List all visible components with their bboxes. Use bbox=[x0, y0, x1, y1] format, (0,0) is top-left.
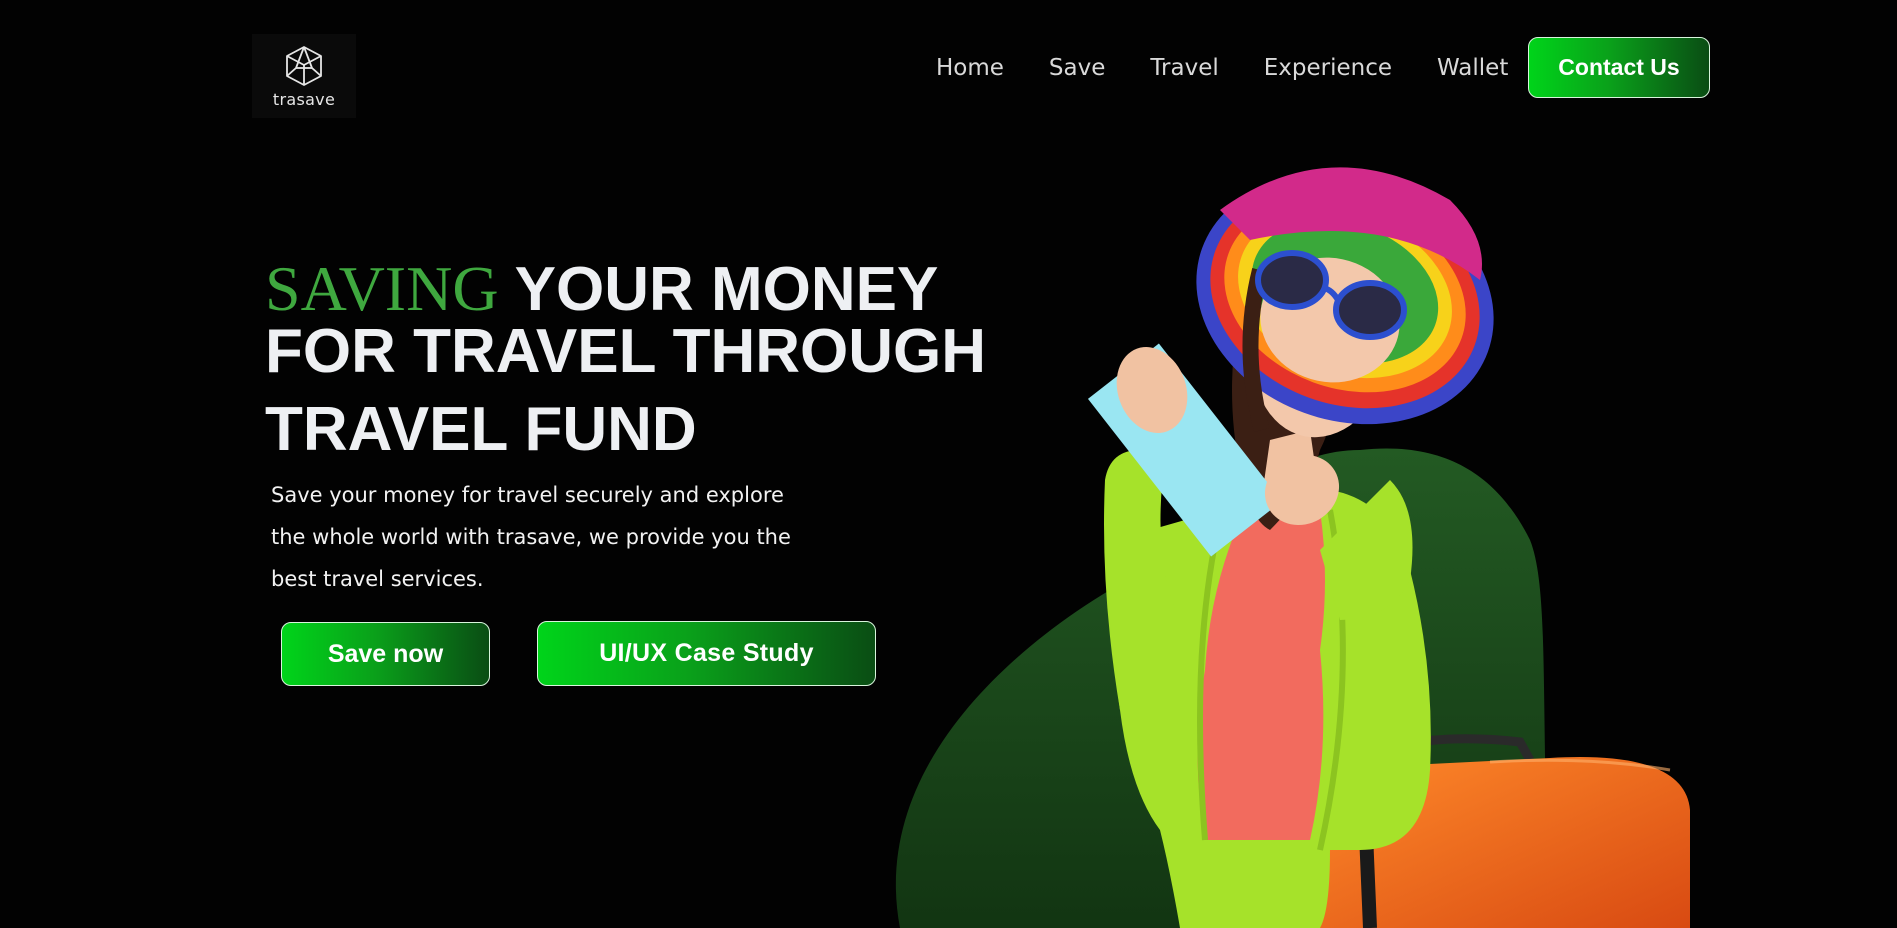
cube-icon bbox=[286, 45, 322, 86]
case-study-button[interactable]: UI/UX Case Study bbox=[537, 621, 876, 686]
nav-item-home[interactable]: Home bbox=[936, 55, 1004, 81]
description-line-2: the whole world with trasave, we provide… bbox=[271, 525, 791, 549]
main-nav: Home Save Travel Experience Wallet bbox=[936, 52, 1508, 84]
headline-line-3: TRAVEL FUND bbox=[265, 395, 697, 464]
brand-name: trasave bbox=[272, 89, 336, 109]
logo[interactable]: trasave bbox=[252, 34, 356, 118]
hero-image bbox=[895, 167, 1690, 928]
hero-headline: SAVING YOUR MONEY FOR TRAVEL THROUGH TRA… bbox=[265, 255, 987, 464]
headline-accent: SAVING bbox=[265, 253, 499, 324]
nav-item-save[interactable]: Save bbox=[1049, 55, 1105, 81]
contact-us-button[interactable]: Contact Us bbox=[1528, 37, 1710, 98]
description-line-1: Save your money for travel securely and … bbox=[271, 483, 784, 507]
headline-rest: YOUR MONEY bbox=[514, 255, 939, 324]
nav-item-travel[interactable]: Travel bbox=[1150, 55, 1218, 81]
save-now-button[interactable]: Save now bbox=[281, 622, 490, 686]
nav-item-experience[interactable]: Experience bbox=[1264, 55, 1392, 81]
hero-description: Save your money for travel securely and … bbox=[271, 474, 831, 600]
headline-line-1: SAVING YOUR MONEY bbox=[265, 255, 965, 324]
headline-line-2: FOR TRAVEL THROUGH bbox=[265, 317, 987, 386]
nav-item-wallet[interactable]: Wallet bbox=[1437, 55, 1508, 81]
description-line-3: best travel services. bbox=[271, 567, 484, 591]
